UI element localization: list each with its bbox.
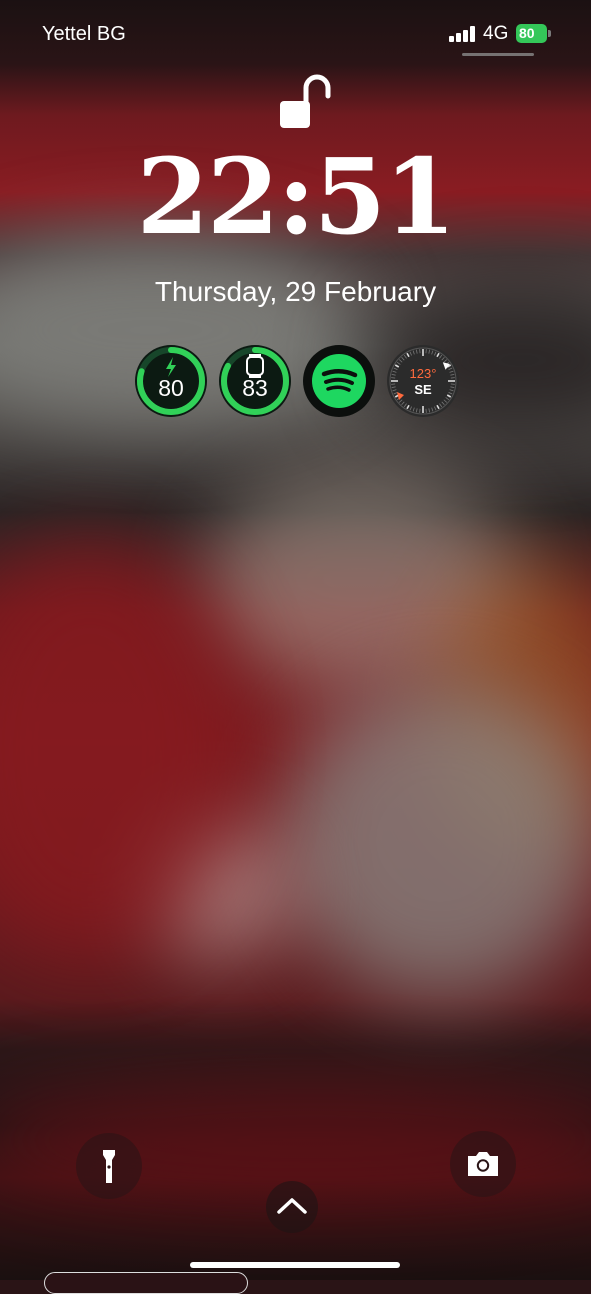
control-center-grabber[interactable]	[462, 53, 534, 56]
battery-level: 80	[519, 25, 535, 41]
camera-button[interactable]	[450, 1131, 516, 1197]
partial-notification-preview[interactable]	[44, 1272, 248, 1294]
camera-icon	[450, 1131, 516, 1197]
status-bar: Yettel BG 4G 80	[0, 0, 591, 70]
lock-screen-time: 22:51	[0, 145, 591, 249]
cellular-signal-icon	[449, 26, 477, 42]
flashlight-button[interactable]	[76, 1133, 142, 1199]
compass-widget[interactable]: 123° SE	[387, 345, 459, 417]
flashlight-icon	[76, 1133, 142, 1199]
lock-screen-widgets: 80 83 123	[135, 345, 471, 417]
unlocked-padlock-icon	[279, 74, 331, 130]
watch-battery-widget[interactable]: 83	[219, 345, 291, 417]
chevron-up-icon	[266, 1181, 318, 1233]
lock-screen-date: Thursday, 29 February	[0, 276, 591, 308]
spotify-widget[interactable]	[303, 345, 375, 417]
network-type: 4G	[483, 23, 508, 45]
swipe-up-button[interactable]	[266, 1181, 318, 1233]
home-indicator[interactable]	[190, 1262, 400, 1268]
compass-heading: 123°	[387, 366, 459, 381]
compass-direction: SE	[387, 382, 459, 397]
phone-battery-value: 80	[135, 375, 207, 402]
phone-battery-widget[interactable]: 80	[135, 345, 207, 417]
carrier-name: Yettel BG	[42, 23, 126, 46]
battery-tip	[548, 30, 551, 37]
battery-icon: 80	[516, 24, 547, 43]
watch-battery-value: 83	[219, 375, 291, 402]
